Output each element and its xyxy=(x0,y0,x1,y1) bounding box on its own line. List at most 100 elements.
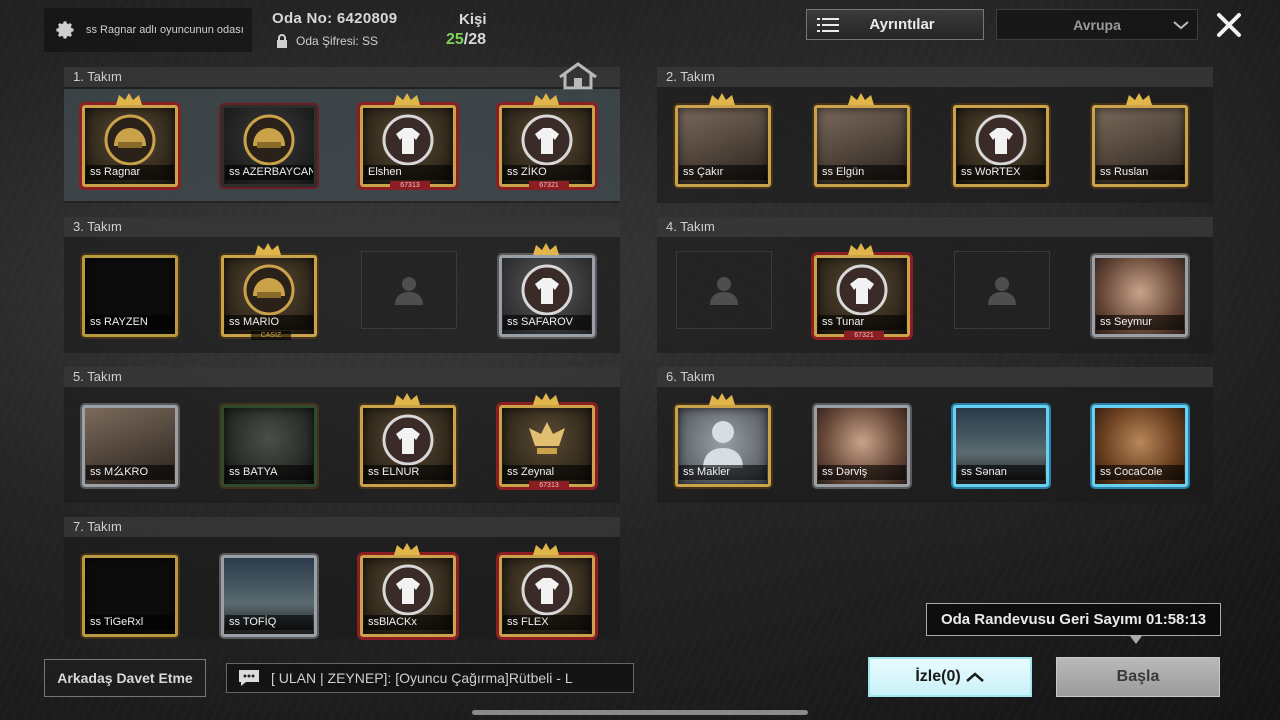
player-name: ssBlACKx xyxy=(364,615,452,630)
player-slot[interactable]: ss Çakır xyxy=(667,93,777,191)
empty-slot[interactable] xyxy=(954,251,1050,329)
crown-icon xyxy=(533,93,559,105)
shirt-emblem-icon xyxy=(521,564,573,616)
watch-label: İzle(0) xyxy=(915,668,961,685)
crown-icon xyxy=(709,93,735,105)
chat-icon[interactable] xyxy=(237,668,261,688)
player-name: ss SAFAROV xyxy=(503,315,591,330)
crown-icon xyxy=(533,243,559,255)
rank-tag: 67313 xyxy=(390,181,430,190)
empty-slot[interactable] xyxy=(361,251,457,329)
player-slot[interactable]: ss Ruslan xyxy=(1084,93,1194,191)
empty-slot[interactable] xyxy=(676,251,772,329)
player-slot[interactable]: ss Zeynal 67313 xyxy=(491,393,601,491)
player-name: ss ELNUR xyxy=(364,465,452,480)
player-name: ss Seymur xyxy=(1096,315,1184,330)
helmet-emblem-icon xyxy=(243,114,295,166)
crown-icon xyxy=(255,243,281,255)
wings-emblem-icon xyxy=(529,421,565,454)
player-name: ss ZİKO xyxy=(503,165,591,180)
chevron-down-icon xyxy=(1173,21,1189,30)
player-name: ss Elgün xyxy=(818,165,906,180)
player-slot[interactable]: ss FLEX xyxy=(491,543,601,641)
gear-icon[interactable] xyxy=(54,19,76,41)
player-name: ss BATYA xyxy=(225,465,313,480)
start-button[interactable]: Başla xyxy=(1056,657,1220,697)
crown-icon xyxy=(394,543,420,555)
helmet-emblem-icon xyxy=(104,114,156,166)
rank-tag: 67321 xyxy=(844,331,884,340)
crown-icon xyxy=(116,93,142,105)
player-slot[interactable]: ss TOFİQ xyxy=(213,551,323,641)
tooltip-arrow xyxy=(1130,636,1142,644)
person-icon xyxy=(395,277,423,305)
chevron-up-icon xyxy=(965,672,984,682)
room-owner-box[interactable]: ss Ragnar adlı oyuncunun odası xyxy=(44,8,252,52)
details-button[interactable]: Ayrıntılar xyxy=(806,9,984,40)
player-slot[interactable]: ss M么KRO xyxy=(74,401,184,491)
player-slot[interactable]: ss SAFAROV xyxy=(491,243,601,341)
home-icon[interactable] xyxy=(556,61,600,91)
player-slot[interactable]: ss CocaCole xyxy=(1084,401,1194,491)
player-name: ss RAYZEN xyxy=(86,315,174,330)
person-icon xyxy=(703,420,743,468)
close-icon[interactable] xyxy=(1212,8,1246,42)
people-count: 25/28 xyxy=(446,31,486,49)
team-slots: ss Ragnar ss AZERBAYCAN Elshen 67313 ss … xyxy=(64,89,620,201)
team-panel-3: 3. Takım ss RAYZEN ss MARIO CASIZ ss SAF… xyxy=(64,217,620,353)
player-slot[interactable]: ss RAYZEN xyxy=(74,251,184,341)
player-slot[interactable]: ss BATYA xyxy=(213,401,323,491)
crown-icon xyxy=(394,93,420,105)
player-slot[interactable]: ss Seymur xyxy=(1084,251,1194,341)
player-name: ss Ruslan xyxy=(1096,165,1184,180)
home-indicator[interactable] xyxy=(472,710,808,715)
player-slot[interactable]: Elshen 67313 xyxy=(352,93,462,191)
player-slot[interactable]: ss Elgün xyxy=(806,93,916,191)
player-slot[interactable]: ss Ragnar xyxy=(74,93,184,191)
top-bar: ss Ragnar adlı oyuncunun odası Oda No: 6… xyxy=(0,0,1280,56)
player-slot[interactable]: ss Makler xyxy=(667,393,777,491)
region-value: Avrupa xyxy=(1073,16,1121,33)
helmet-emblem-icon xyxy=(243,264,295,316)
team-panel-2: 2. Takım ss Çakır ss Elgün ss WoRTEX ss … xyxy=(657,67,1213,203)
team-label: 5. Takım xyxy=(64,367,620,387)
player-name: ss MARIO xyxy=(225,315,313,330)
team-label: 7. Takım xyxy=(64,517,620,537)
team-slots: ss M么KRO ss BATYA ss ELNUR ss Zeynal 673… xyxy=(64,389,620,501)
player-slot[interactable]: ss TiGeRxl xyxy=(74,551,184,641)
chat-message: [ ULAN | ZEYNEP]: [Oyuncu Çağırma]Rütbel… xyxy=(271,670,573,686)
room-owner-text: ss Ragnar adlı oyuncunun odası xyxy=(86,24,244,36)
people-label: Kişi xyxy=(459,11,487,28)
room-countdown: Oda Randevusu Geri Sayımı 01:58:13 xyxy=(926,603,1221,636)
shirt-emblem-icon xyxy=(382,564,434,616)
people-current: 25 xyxy=(446,31,464,48)
crown-icon xyxy=(1126,93,1152,105)
player-name: ss Tunar xyxy=(818,315,906,330)
player-name: ss TOFİQ xyxy=(225,615,313,630)
player-slot[interactable]: ssBlACKx xyxy=(352,543,462,641)
people-max: /28 xyxy=(463,31,487,48)
player-name: ss Dərviş xyxy=(818,465,906,480)
invite-friends-button[interactable]: Arkadaş Davet Etme xyxy=(44,659,206,697)
team-panel-5: 5. Takım ss M么KRO ss BATYA ss ELNUR ss Z… xyxy=(64,367,620,503)
crown-icon xyxy=(709,393,735,405)
team-panel-4: 4. Takım ss Tunar 67321 ss Seymur xyxy=(657,217,1213,353)
player-slot[interactable]: ss Sənan xyxy=(945,401,1055,491)
team-label: 3. Takım xyxy=(64,217,620,237)
watch-button[interactable]: İzle(0) xyxy=(868,657,1032,697)
player-slot[interactable]: ss AZERBAYCAN xyxy=(213,101,323,191)
lock-icon xyxy=(277,34,287,48)
player-slot[interactable]: ss MARIO CASIZ xyxy=(213,243,323,341)
crown-icon xyxy=(533,393,559,405)
region-select[interactable]: Avrupa xyxy=(996,9,1198,40)
room-number: Oda No: 6420809 xyxy=(272,10,398,27)
chat-bar[interactable]: [ ULAN | ZEYNEP]: [Oyuncu Çağırma]Rütbel… xyxy=(226,663,634,693)
player-slot[interactable]: ss Tunar 67321 xyxy=(806,243,916,341)
player-slot[interactable]: ss ZİKO 67321 xyxy=(491,93,601,191)
team-slots: ss Çakır ss Elgün ss WoRTEX ss Ruslan xyxy=(657,89,1213,201)
player-slot[interactable]: ss Dərviş xyxy=(806,401,916,491)
list-icon xyxy=(817,17,839,32)
person-icon xyxy=(988,277,1016,305)
player-slot[interactable]: ss WoRTEX xyxy=(945,101,1055,191)
player-slot[interactable]: ss ELNUR xyxy=(352,393,462,491)
